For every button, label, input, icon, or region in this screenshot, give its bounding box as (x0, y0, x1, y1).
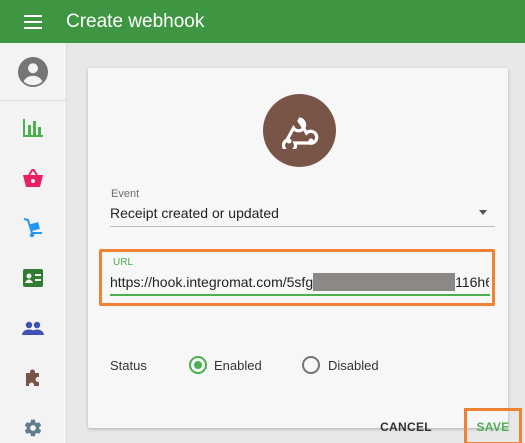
status-enabled-label[interactable]: Enabled (214, 358, 262, 373)
webhook-avatar (263, 94, 336, 167)
sidebar-item-reports[interactable] (0, 108, 66, 148)
cancel-button[interactable]: CANCEL (375, 413, 437, 441)
account-circle-icon (18, 56, 48, 87)
chevron-down-icon[interactable] (479, 210, 487, 215)
status-disabled-label[interactable]: Disabled (328, 358, 379, 373)
shopping-basket-icon (23, 169, 43, 187)
webhook-icon (281, 116, 318, 149)
sidebar-item-customers[interactable] (0, 258, 66, 298)
sidebar-item-users[interactable] (0, 308, 66, 348)
event-label: Event (111, 188, 140, 200)
url-underline (110, 294, 490, 296)
sidebar-item-delivery[interactable] (0, 208, 66, 248)
gear-icon (24, 419, 42, 437)
url-input[interactable]: https://hook.integromat.com/5sfg 116h6 (110, 273, 489, 293)
sidebar (0, 43, 67, 443)
sidebar-item-sales[interactable] (0, 158, 66, 198)
url-redaction (313, 273, 456, 291)
url-prefix: https://hook.integromat.com/5sfg (110, 274, 314, 290)
save-button[interactable]: SAVE (464, 408, 522, 443)
radio-selected-dot (194, 361, 202, 369)
status-label: Status (110, 358, 147, 373)
top-app-bar: Create webhook (0, 0, 525, 43)
url-label: URL (113, 257, 134, 268)
sidebar-item-integrations[interactable] (0, 358, 66, 398)
event-underline (110, 226, 495, 227)
main-content: Event Receipt created or updated URL htt… (67, 43, 525, 443)
status-enabled-radio[interactable] (189, 356, 207, 374)
page-title: Create webhook (66, 10, 205, 32)
event-select[interactable]: Receipt created or updated (110, 205, 279, 221)
webhook-form-card: Event Receipt created or updated URL htt… (88, 68, 522, 443)
avatar[interactable] (0, 43, 66, 101)
bar-chart-icon (23, 119, 43, 137)
sidebar-item-settings[interactable] (0, 408, 66, 443)
contact-card-icon (23, 269, 43, 287)
status-disabled-radio[interactable] (302, 356, 320, 374)
puzzle-piece-icon (26, 369, 39, 386)
hamburger-menu-icon[interactable] (0, 0, 66, 43)
people-icon (22, 321, 44, 335)
url-suffix: 116h6 (455, 274, 489, 290)
hand-truck-icon (23, 218, 42, 238)
